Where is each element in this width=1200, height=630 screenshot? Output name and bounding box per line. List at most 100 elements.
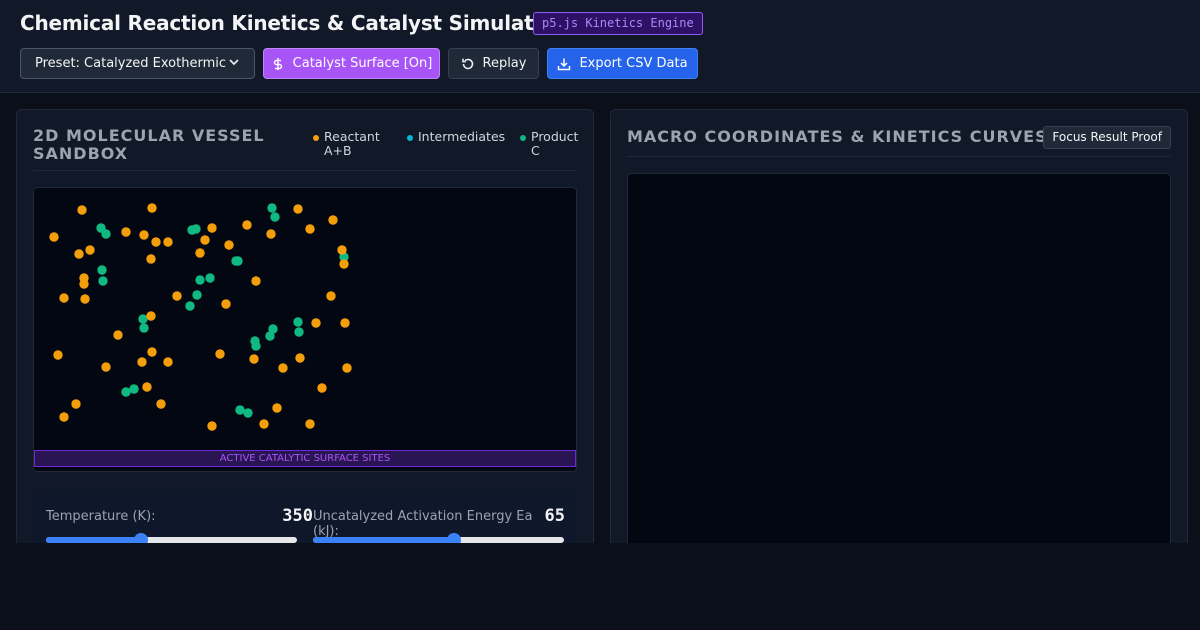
molecular-vessel-canvas[interactable]: ACTIVE CATALYTIC SURFACE SITES: [33, 187, 577, 472]
product-particle: [139, 323, 149, 333]
reactant-particle: [146, 254, 156, 264]
panel-divider: [627, 156, 1171, 157]
preset-select-value: Preset: Catalyzed Exothermic: [35, 56, 227, 71]
reactant-particle: [74, 249, 84, 259]
reactant-particle: [163, 357, 173, 367]
reactant-particle: [53, 350, 63, 360]
reactant-particle: [195, 248, 205, 258]
vessel-panel: 2D MOLECULAR VESSEL SANDBOX Reactant A+B…: [16, 109, 594, 569]
product-particle: [251, 341, 261, 351]
reactant-particle: [156, 399, 166, 409]
product-legend-dot: [520, 135, 526, 141]
reactant-particle: [77, 205, 87, 215]
reactant-particle: [59, 293, 69, 303]
legend-label: Product C: [531, 129, 579, 158]
reactant-particle: [278, 363, 288, 373]
product-particle: [270, 212, 280, 222]
reactant-particle: [163, 237, 173, 247]
focus-result-proof-button[interactable]: Focus Result Proof: [1043, 126, 1171, 149]
catalytic-surface-strip: ACTIVE CATALYTIC SURFACE SITES: [34, 450, 576, 467]
page-bottom: [0, 543, 1200, 630]
legend-label: Reactant A+B: [324, 129, 380, 158]
product-particle: [191, 224, 201, 234]
particle-layer: [49, 203, 352, 431]
reactant-particle: [221, 299, 231, 309]
reactant-particle: [340, 318, 350, 328]
panel-divider: [33, 170, 577, 171]
reactant-particle: [342, 363, 352, 373]
reactant-particle: [311, 318, 321, 328]
kinetics-panel-title: MACRO COORDINATES & KINETICS CURVES: [627, 127, 1048, 146]
reactant-particle: [339, 259, 349, 269]
reactant-particle: [251, 276, 261, 286]
product-particle: [205, 273, 215, 283]
reactant-particle: [207, 223, 217, 233]
product-particle: [233, 256, 243, 266]
reactant-particle: [79, 279, 89, 289]
temperature-label: Temperature (K):: [46, 509, 156, 524]
reactant-particle: [49, 232, 59, 242]
product-particle: [121, 387, 131, 397]
engine-badge: p5.js Kinetics Engine: [533, 12, 703, 35]
legend-label: Intermediates: [418, 129, 506, 144]
catalyst-toggle-button[interactable]: Catalyst Surface [On]: [263, 48, 440, 79]
reactant-particle: [305, 224, 315, 234]
reactant-particle: [200, 235, 210, 245]
reactant-particle: [266, 229, 276, 239]
reactant-particle: [326, 291, 336, 301]
reactant-particle: [85, 245, 95, 255]
download-icon: [557, 57, 571, 71]
reactant-particle: [80, 294, 90, 304]
activation-energy-value: 65: [544, 506, 565, 526]
product-particle: [192, 290, 202, 300]
product-particle: [267, 203, 277, 213]
reactant-particle: [71, 399, 81, 409]
reactant-particle: [259, 419, 269, 429]
legend-item-intermediates: Intermediates: [407, 130, 512, 144]
reactant-particle: [224, 240, 234, 250]
app-header: Chemical Reaction Kinetics & Catalyst Si…: [0, 0, 1200, 93]
product-particle: [98, 276, 108, 286]
product-particle: [235, 405, 245, 415]
reactant-particle: [151, 237, 161, 247]
reactant-particle: [249, 354, 259, 364]
reactant-particle: [59, 412, 69, 422]
reactant-particle: [113, 330, 123, 340]
export-csv-button[interactable]: Export CSV Data: [547, 48, 698, 79]
reactant-particle: [172, 291, 182, 301]
product-particle: [101, 229, 111, 239]
chevron-down-icon: [228, 56, 240, 71]
reactant-particle: [242, 220, 252, 230]
reactant-particle: [293, 204, 303, 214]
reactant-particle: [337, 245, 347, 255]
temperature-value: 350: [282, 506, 313, 526]
reactant-particle: [147, 203, 157, 213]
preset-select[interactable]: Preset: Catalyzed Exothermic: [20, 48, 255, 79]
reactant-legend-dot: [313, 135, 319, 141]
reactant-particle: [215, 349, 225, 359]
reactant-particle: [101, 362, 111, 372]
product-particle: [138, 314, 148, 324]
reactant-particle: [121, 227, 131, 237]
vessel-panel-title: 2D MOLECULAR VESSEL SANDBOX: [33, 126, 265, 163]
dollar-icon: [271, 57, 285, 71]
kinetics-panel: MACRO COORDINATES & KINETICS CURVES Focu…: [610, 109, 1188, 569]
replay-button[interactable]: Replay: [448, 48, 539, 79]
reactant-particle: [139, 230, 149, 240]
reactant-particle: [142, 382, 152, 392]
replay-label: Replay: [482, 56, 527, 71]
legend-item-reactant: Reactant A+B: [313, 130, 393, 158]
reactant-particle: [147, 347, 157, 357]
reactant-particle: [272, 403, 282, 413]
replay-icon: [461, 57, 475, 71]
export-csv-label: Export CSV Data: [579, 56, 688, 71]
reactant-particle: [137, 357, 147, 367]
product-particle: [185, 301, 195, 311]
kinetics-curves-canvas[interactable]: [627, 173, 1171, 568]
product-particle: [129, 384, 139, 394]
intermediate-legend-dot: [407, 135, 413, 141]
product-particle: [293, 317, 303, 327]
legend-item-product: Product C: [520, 130, 580, 158]
catalyst-toggle-label: Catalyst Surface [On]: [292, 56, 433, 71]
reactant-particle: [146, 311, 156, 321]
